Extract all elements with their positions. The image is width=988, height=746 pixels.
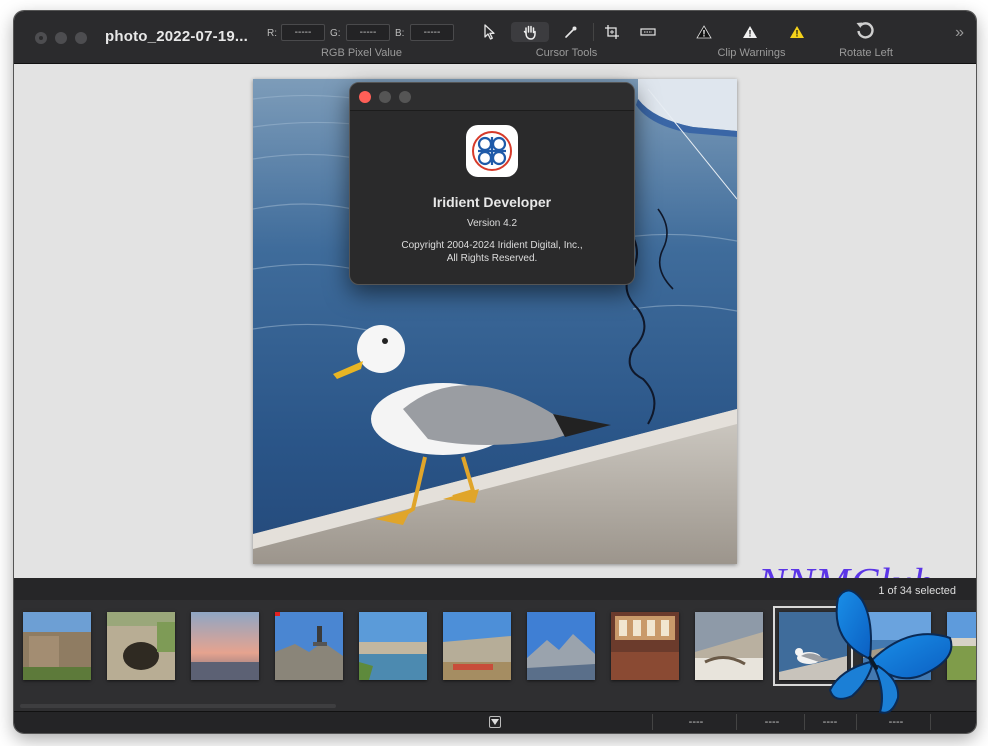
thumbnail[interactable] <box>527 612 595 680</box>
thumbnail[interactable] <box>23 612 91 680</box>
pointer-icon <box>484 24 495 40</box>
thumbnail[interactable] <box>191 612 259 680</box>
pointer-tool-button[interactable] <box>475 22 505 42</box>
app-copyright: Copyright 2004-2024 Iridient Digital, In… <box>350 239 634 265</box>
straighten-icon <box>640 28 656 36</box>
rotate-left-icon <box>856 22 874 39</box>
shadow-clip-toggle[interactable]: ! <box>689 22 719 42</box>
color-warning-icon: ! <box>790 26 804 39</box>
triangle-down-icon <box>491 719 499 725</box>
chevron-double-right-icon[interactable]: » <box>955 24 964 42</box>
r-value-field: ----- <box>281 24 325 41</box>
straighten-tool-button[interactable] <box>633 22 663 42</box>
window-zoom-button[interactable] <box>75 32 87 44</box>
svg-text:!: ! <box>796 29 799 39</box>
window-close-button[interactable] <box>35 32 47 44</box>
svg-text:!: ! <box>703 29 706 39</box>
rotate-left-button[interactable] <box>850 20 880 40</box>
crop-icon <box>605 25 619 39</box>
app-version: Version 4.2 <box>466 218 518 229</box>
about-zoom-button <box>399 91 411 103</box>
eyedropper-tool-button[interactable] <box>556 22 586 42</box>
highlight-warning-icon: ! <box>743 26 757 39</box>
app-name: Iridient Developer <box>432 194 552 210</box>
cursor-tools-group-label: Cursor Tools <box>535 47 598 59</box>
butterfly-graphic <box>828 589 953 714</box>
eyedropper-icon <box>565 26 577 38</box>
svg-text:!: ! <box>749 29 752 39</box>
highlight-clip-toggle[interactable]: ! <box>735 22 765 42</box>
rgb-group-label: RGB Pixel Value <box>320 47 403 59</box>
thumbnail[interactable] <box>695 612 763 680</box>
copyright-line-1: Copyright 2004-2024 Iridient Digital, In… <box>401 240 583 251</box>
about-dialog-titlebar <box>350 83 634 111</box>
expand-panel-button[interactable] <box>489 716 501 728</box>
status-field-1: ---- <box>688 716 704 728</box>
app-logo-icon <box>466 125 518 177</box>
hand-icon <box>523 25 536 40</box>
crop-tool-button[interactable] <box>597 22 627 42</box>
window-minimize-button[interactable] <box>55 32 67 44</box>
filmstrip-scrollbar[interactable] <box>20 704 336 708</box>
thumbnail[interactable] <box>443 612 511 680</box>
thumbnail[interactable] <box>611 612 679 680</box>
document-title: photo_2022-07-19... <box>105 28 249 45</box>
shadow-warning-icon: ! <box>696 25 712 39</box>
r-label: R: <box>267 28 277 39</box>
g-value-field: ----- <box>346 24 390 41</box>
clip-warnings-group-label: Clip Warnings <box>717 47 786 59</box>
hand-tool-button[interactable] <box>511 22 549 42</box>
about-close-button[interactable] <box>359 91 371 103</box>
b-label: B: <box>395 28 405 39</box>
about-dialog: Iridient Developer Version 4.2 Copyright… <box>349 82 635 285</box>
color-clip-toggle[interactable]: ! <box>782 22 812 42</box>
copyright-line-2: All Rights Reserved. <box>446 253 538 264</box>
thumbnail[interactable] <box>359 612 427 680</box>
rotate-left-label: Rotate Left <box>839 47 893 59</box>
g-label: G: <box>330 28 341 39</box>
b-value-field: ----- <box>410 24 454 41</box>
toolbar: photo_2022-07-19... R: ----- G: ----- B:… <box>14 11 976 64</box>
thumbnail[interactable] <box>107 612 175 680</box>
flag-marker <box>275 612 280 616</box>
thumbnail[interactable] <box>275 612 343 680</box>
about-minimize-button <box>379 91 391 103</box>
